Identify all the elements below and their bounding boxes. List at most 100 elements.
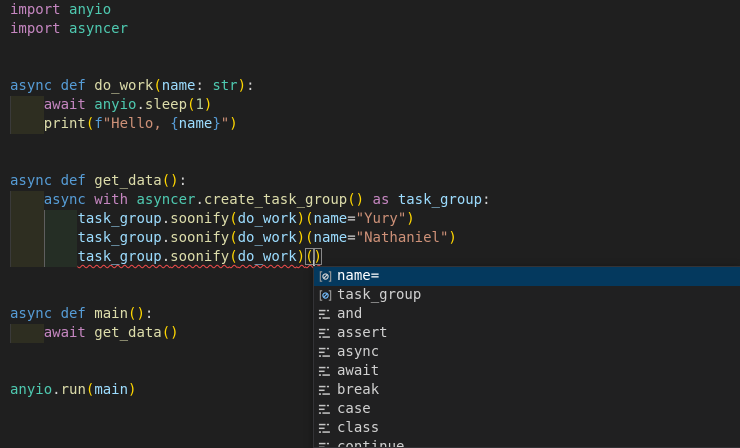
code-line[interactable] [0,134,740,153]
code-token: f [94,116,102,132]
code-line[interactable]: await anyio.sleep(1) [0,96,740,115]
code-line[interactable]: import anyio [0,1,740,20]
code-token: ) [204,97,212,113]
code-token: create_task_group [204,192,347,208]
variable-icon [317,269,333,285]
code-token: anyio [94,97,136,113]
code-token: get_data [94,173,161,189]
suggest-item-await[interactable]: await [314,362,740,381]
code-token: import [10,2,69,18]
code-token: def [61,306,95,322]
suggest-item-label: assert [337,324,388,343]
code-token [10,211,77,227]
code-token: . [162,211,170,227]
code-token: = [347,211,355,227]
suggest-item-label: name= [337,267,379,286]
suggest-item-continue[interactable]: continue [314,438,740,448]
code-line[interactable]: async def do_work(name: str): [0,77,740,96]
code-token: ( [229,211,237,227]
code-token: import [10,21,69,37]
code-token: ( [162,325,170,341]
code-line[interactable] [0,153,740,172]
suggest-item-label: class [337,419,379,438]
code-token: . [195,192,203,208]
code-token: ) [297,211,305,227]
code-token: : [145,306,153,322]
code-token [10,192,44,208]
code-line[interactable] [0,39,740,58]
code-token: . [162,230,170,246]
code-token: ) [128,382,136,398]
code-token: do_work [94,78,153,94]
code-token: ( [305,230,313,246]
code-line[interactable]: import asyncer [0,20,740,39]
suggest-item-assert[interactable]: assert [314,324,740,343]
code-token [10,249,77,265]
suggest-item-class[interactable]: class [314,419,740,438]
variable-icon [317,288,333,304]
code-line[interactable]: async with asyncer.create_task_group() a… [0,191,740,210]
code-token: . [136,97,144,113]
code-token: "Yury" [356,211,407,227]
keyword-icon [317,326,333,342]
code-token [10,97,44,113]
suggest-item-and[interactable]: and [314,305,740,324]
code-token: soonify [170,230,229,246]
suggest-item-label: continue [337,438,404,448]
bracket-match: ) [314,249,322,265]
code-line[interactable]: task_group.soonify(do_work)() [0,248,740,267]
code-token: str [212,78,237,94]
code-token: name [314,230,348,246]
code-token: ) [229,116,237,132]
code-token: soonify [170,211,229,227]
keyword-icon [317,364,333,380]
code-token: ) [297,249,305,265]
code-token: await [44,325,95,341]
code-token: print [44,116,86,132]
code-token: ( [153,78,161,94]
code-token: task_group [77,230,161,246]
code-token: async [10,78,61,94]
code-token: . [162,249,170,265]
code-token: ) [170,325,178,341]
code-line[interactable]: async def get_data(): [0,172,740,191]
code-token: " [221,116,229,132]
code-token: task_group [77,249,161,265]
code-token: ) [406,211,414,227]
code-token: ( [229,230,237,246]
code-token: do_work [238,230,297,246]
suggest-item-task_group[interactable]: task_group [314,286,740,305]
code-line[interactable] [0,58,740,77]
suggest-item-async[interactable]: async [314,343,740,362]
code-token: } [212,116,220,132]
suggest-item-name[interactable]: name= [314,267,740,286]
suggest-item-case[interactable]: case [314,400,740,419]
suggest-item-break[interactable]: break [314,381,740,400]
code-token: : [195,78,212,94]
code-token: ) [356,192,364,208]
code-token: get_data [94,325,161,341]
suggest-item-label: async [337,343,379,362]
code-token: def [61,78,95,94]
code-editor[interactable]: import anyioimport asyncerasync def do_w… [0,0,740,448]
code-token: asyncer [136,192,195,208]
code-token: task_group [398,192,482,208]
code-token: name [314,211,348,227]
suggest-item-label: await [337,362,379,381]
code-token: async [10,306,61,322]
code-line[interactable]: task_group.soonify(do_work)(name="Nathan… [0,229,740,248]
suggest-widget: name=task_groupandassertasyncawaitbreakc… [313,266,740,448]
suggest-item-label: case [337,400,371,419]
code-token: with [94,192,136,208]
code-token: "Nathaniel" [356,230,449,246]
code-token: do_work [238,249,297,265]
code-token: ( [305,211,313,227]
code-token: 1 [195,97,203,113]
code-token: : [179,173,187,189]
suggest-item-label: break [337,381,379,400]
code-token: main [94,382,128,398]
code-token: as [373,192,398,208]
code-line[interactable]: task_group.soonify(do_work)(name="Yury") [0,210,740,229]
code-line[interactable]: print(f"Hello, {name}") [0,115,740,134]
code-token: = [347,230,355,246]
